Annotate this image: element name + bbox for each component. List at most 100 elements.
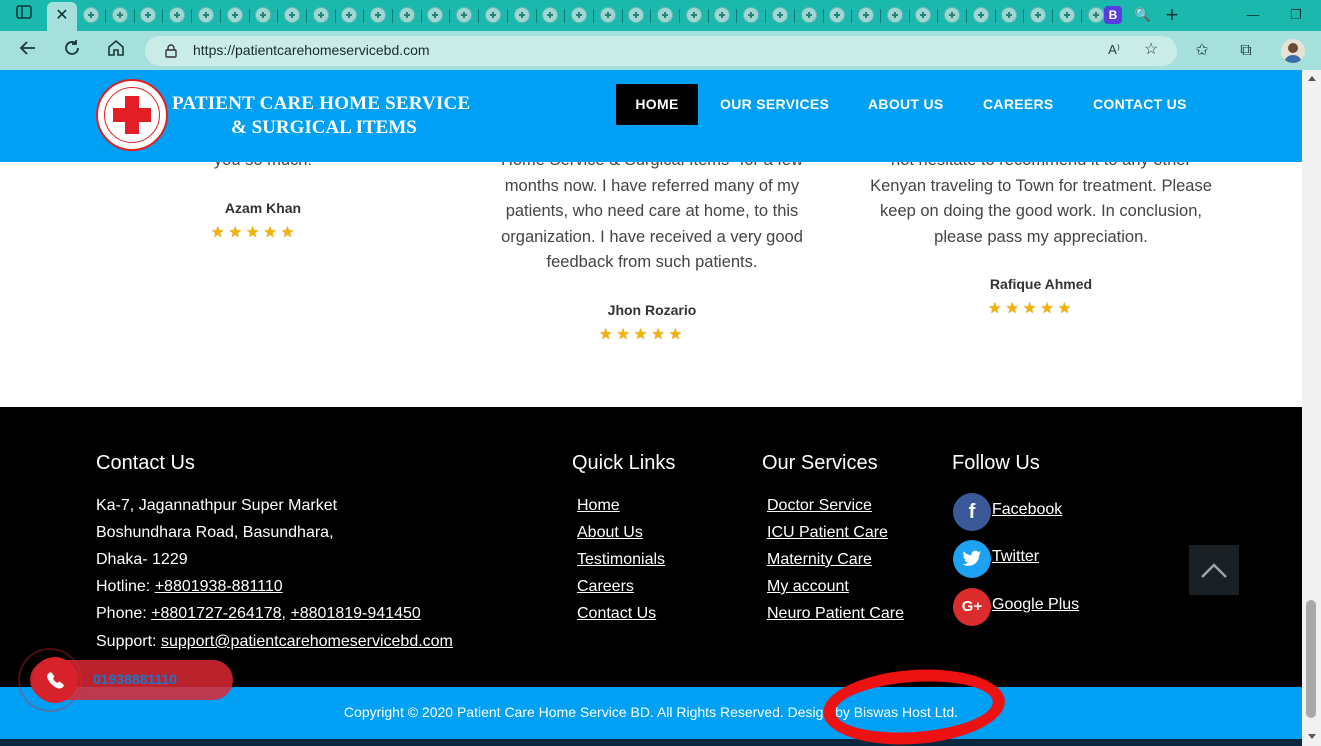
minimize-button[interactable]: —: [1241, 4, 1265, 26]
tab-close-icon[interactable]: ✕: [55, 7, 68, 24]
collapsed-tab-icon[interactable]: [255, 7, 272, 23]
collapsed-tab-icon[interactable]: [484, 7, 501, 23]
testimonial-author-1: Azam Khan: [224, 200, 302, 216]
profile-avatar[interactable]: [1281, 39, 1305, 63]
new-tab-button[interactable]: +: [1160, 4, 1184, 26]
footer-service-maternity[interactable]: Maternity Care: [767, 551, 872, 569]
collapsed-tab-icon[interactable]: [341, 7, 358, 23]
collapsed-tab-icon[interactable]: [140, 7, 157, 23]
collections-icon[interactable]: ⧉: [1235, 40, 1257, 62]
active-tab[interactable]: ✕: [47, 2, 77, 31]
footer-link-contact[interactable]: Contact Us: [577, 605, 656, 623]
collapsed-tab-icon[interactable]: [857, 7, 874, 23]
footer-service-neuro[interactable]: Neuro Patient Care: [767, 605, 904, 623]
collapsed-tab-icon[interactable]: [169, 7, 186, 23]
footer-link-testimonials[interactable]: Testimonials: [577, 551, 665, 569]
collapsed-tab-icon[interactable]: [944, 7, 960, 23]
hotline-link[interactable]: +8801938-881110: [155, 578, 283, 595]
collapsed-tab-icon[interactable]: [599, 7, 616, 23]
twitter-icon[interactable]: [953, 540, 991, 578]
tab-separator: [248, 9, 250, 23]
collapsed-tab-icon[interactable]: [456, 7, 473, 23]
collapsed-tab-icon[interactable]: [398, 7, 415, 23]
twitter-link[interactable]: Twitter: [992, 548, 1039, 566]
back-icon[interactable]: [16, 39, 40, 61]
collapsed-tab-icon[interactable]: [542, 7, 559, 23]
lock-icon[interactable]: [165, 44, 177, 58]
back-to-top-button[interactable]: [1189, 545, 1239, 595]
collapsed-tab-icon[interactable]: [513, 7, 530, 23]
collapsed-tab-icon[interactable]: [915, 7, 932, 23]
collapsed-tab-icon[interactable]: [771, 7, 788, 23]
tab-separator: [191, 9, 193, 23]
collapsed-tab-icon[interactable]: [829, 7, 846, 23]
collapsed-tab-icon[interactable]: [1030, 7, 1047, 23]
collapsed-tab-icon[interactable]: [197, 7, 214, 23]
collapsed-tab-icon[interactable]: [1001, 7, 1018, 23]
collapsed-tab-icon[interactable]: [972, 7, 989, 23]
scroll-up-arrow[interactable]: [1308, 76, 1316, 81]
support-email-link[interactable]: support@patientcarehomeservicebd.com: [161, 633, 453, 650]
site-logo[interactable]: [96, 79, 168, 151]
collapsed-tab-icon[interactable]: [111, 7, 128, 23]
footer-link-careers[interactable]: Careers: [577, 578, 634, 596]
hotline-label: Hotline:: [96, 578, 155, 595]
tab-separator: [420, 9, 422, 23]
collapsed-tab-icon[interactable]: [427, 7, 444, 23]
collapsed-tab-icon[interactable]: [743, 7, 760, 23]
brand-name-line2[interactable]: & SURGICAL ITEMS: [231, 117, 417, 139]
collapsed-tab-icon[interactable]: [714, 7, 731, 23]
read-aloud-icon[interactable]: A⁾: [1103, 39, 1125, 61]
footer-link-home[interactable]: Home: [577, 497, 620, 515]
site-footer: Contact Us Ka-7, Jagannathpur Super Mark…: [0, 407, 1302, 687]
sidebar-toggle-icon[interactable]: [12, 4, 36, 26]
facebook-icon[interactable]: f: [953, 493, 991, 531]
reload-icon[interactable]: [60, 39, 84, 61]
nav-contact-us[interactable]: CONTACT US: [1093, 84, 1187, 125]
browser-toolbar: https://patientcarehomeservicebd.com A⁾ …: [0, 31, 1321, 70]
search-tab-icon[interactable]: 🔍: [1131, 4, 1155, 26]
favorite-add-icon[interactable]: ☆: [1140, 39, 1162, 61]
address-bar[interactable]: https://patientcarehomeservicebd.com A⁾ …: [145, 36, 1177, 66]
facebook-link[interactable]: Facebook: [992, 501, 1062, 519]
collapsed-tab-icon[interactable]: [628, 7, 645, 23]
collapsed-tab-icon[interactable]: [1087, 7, 1104, 23]
collapsed-tab-icon[interactable]: [312, 7, 329, 23]
home-icon[interactable]: [104, 39, 128, 61]
footer-link-about[interactable]: About Us: [577, 524, 643, 542]
nav-our-services[interactable]: OUR SERVICES: [720, 84, 829, 125]
google-plus-link[interactable]: Google Plus: [992, 596, 1079, 614]
phone-link-1[interactable]: +8801727-264178: [151, 605, 281, 622]
scroll-down-arrow[interactable]: [1308, 734, 1316, 739]
collapsed-tab-icon[interactable]: [283, 7, 300, 23]
scroll-thumb[interactable]: [1306, 600, 1316, 718]
tab-separator: [449, 9, 451, 23]
restore-button[interactable]: ❐: [1284, 4, 1308, 26]
collapsed-tab-icon[interactable]: [685, 7, 702, 23]
nav-about-us[interactable]: ABOUT US: [868, 84, 944, 125]
brand-name-line1[interactable]: PATIENT CARE HOME SERVICE: [172, 93, 470, 115]
nav-home[interactable]: HOME: [616, 84, 698, 125]
nav-careers[interactable]: CAREERS: [983, 84, 1054, 125]
call-number[interactable]: 01938881110: [93, 671, 177, 687]
footer-service-doctor[interactable]: Doctor Service: [767, 497, 872, 515]
favorites-icon[interactable]: ✩: [1191, 40, 1213, 62]
bing-tab-icon[interactable]: B: [1104, 6, 1122, 24]
rating-stars-2: ★★★★★: [599, 326, 687, 343]
collapsed-tab-icon[interactable]: [570, 7, 587, 23]
collapsed-tab-icon[interactable]: [1058, 7, 1075, 23]
collapsed-tab-icon[interactable]: [657, 7, 673, 23]
google-plus-icon[interactable]: G+: [953, 588, 991, 626]
address-line-2: Boshundhara Road, Basundhara,: [96, 524, 334, 541]
collapsed-tab-icon[interactable]: [226, 7, 243, 23]
page-scrollbar[interactable]: [1302, 70, 1321, 746]
collapsed-tab-icon[interactable]: [83, 7, 99, 23]
collapsed-tab-icon[interactable]: [800, 7, 817, 23]
phone-link-2[interactable]: +8801819-941450: [290, 605, 420, 622]
call-widget[interactable]: 01938881110: [18, 648, 233, 712]
collapsed-tab-icon[interactable]: [370, 7, 386, 23]
footer-service-my-account[interactable]: My account: [767, 578, 849, 596]
collapsed-tab-icon[interactable]: [886, 7, 903, 23]
footer-service-icu[interactable]: ICU Patient Care: [767, 524, 888, 542]
phone-icon[interactable]: [32, 657, 78, 703]
